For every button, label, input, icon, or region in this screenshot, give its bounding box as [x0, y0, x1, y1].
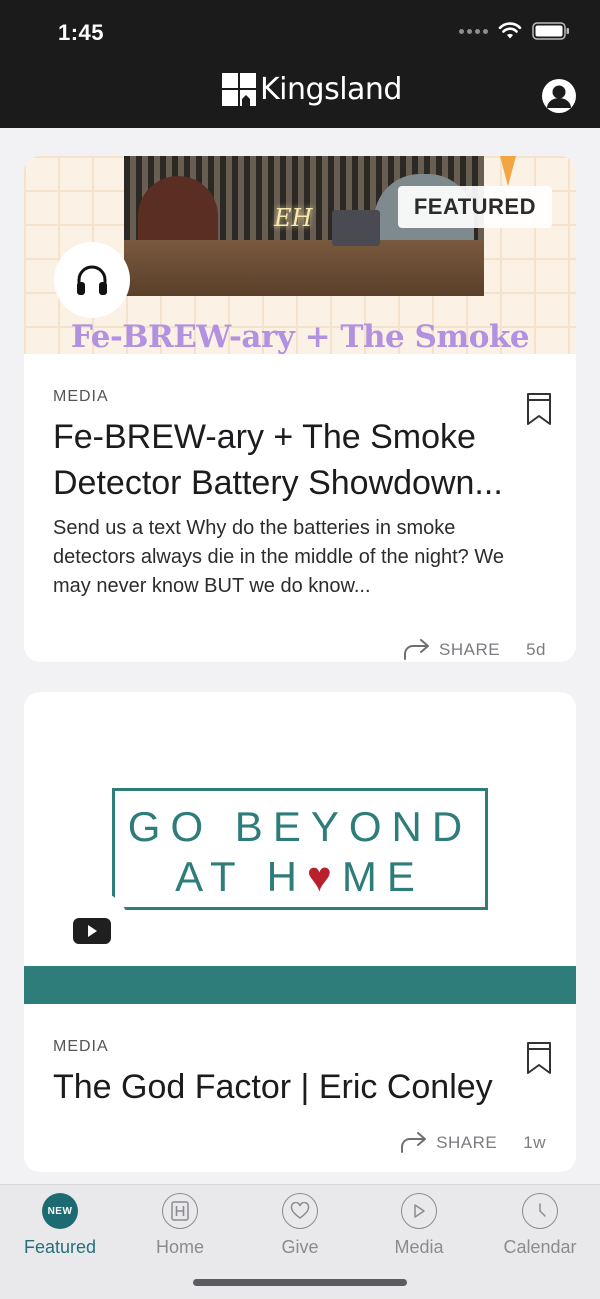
heart-icon: ♥ [306, 853, 342, 900]
share-button[interactable]: SHARE [403, 639, 500, 661]
card-body: MEDIA Fe-BREW-ary + The Smoke Detector B… [53, 388, 553, 601]
card-meta: SHARE 5d [403, 639, 546, 661]
share-label: SHARE [436, 1133, 498, 1152]
feed-card[interactable]: EH FEATURED Fe-BREW-ary + The Smoke MEDI… [24, 156, 576, 662]
profile-button[interactable] [542, 79, 576, 113]
banner-title: Fe-BREW-ary + The Smoke [70, 319, 530, 354]
brand-name: Kingsland [260, 72, 402, 107]
tab-give[interactable]: Give [245, 1193, 355, 1258]
new-badge-icon: NEW [42, 1193, 78, 1229]
share-arrow-icon [401, 1132, 427, 1153]
tab-label: Home [155, 1237, 204, 1257]
tab-label: Give [281, 1237, 319, 1257]
tab-featured[interactable]: NEW Featured [5, 1193, 115, 1258]
heart-icon [282, 1193, 318, 1229]
artwork-stripe [24, 966, 576, 1004]
status-bar: 1:45 [0, 0, 600, 60]
card-body: MEDIA The God Factor | Eric Conley [53, 1038, 553, 1110]
tab-calendar[interactable]: Calendar [485, 1193, 595, 1258]
tab-label: Featured [23, 1237, 97, 1257]
card-category: MEDIA [53, 1038, 109, 1055]
share-arrow-icon [404, 639, 429, 660]
home-h-icon [162, 1193, 198, 1229]
card-meta: SHARE 1w [400, 1132, 546, 1154]
wifi-icon [498, 22, 522, 39]
artwork-line-1: GO BEYOND [127, 803, 473, 850]
play-icon [401, 1193, 437, 1229]
post-age: 5d [526, 640, 546, 659]
clock-icon [522, 1193, 558, 1229]
tab-home[interactable]: Home [125, 1193, 235, 1258]
share-button[interactable]: SHARE [400, 1132, 497, 1154]
go-beyond-artwork: GO BEYOND AT H♥ME [112, 788, 488, 910]
share-label: SHARE [439, 640, 501, 659]
tab-label: Calendar [503, 1237, 577, 1257]
card-title[interactable]: The God Factor | Eric Conley [53, 1064, 553, 1110]
card-excerpt: Send us a text Why do the batteries in s… [53, 517, 504, 597]
decorative-tag [500, 156, 516, 186]
card-thumbnail[interactable]: EH FEATURED Fe-BREW-ary + The Smoke [24, 156, 576, 354]
card-title[interactable]: Fe-BREW-ary + The Smoke Detector Battery… [53, 414, 548, 506]
app-header: Kingsland [0, 60, 600, 128]
post-age: 1w [523, 1133, 546, 1152]
tab-label: Media [394, 1237, 444, 1257]
content-feed[interactable]: EH FEATURED Fe-BREW-ary + The Smoke MEDI… [0, 128, 600, 1184]
card-category: MEDIA [53, 388, 109, 405]
feed-card[interactable]: GO BEYOND AT H♥ME MEDIA The God Factor |… [24, 692, 576, 1172]
profile-icon [547, 85, 571, 108]
headphones-icon [77, 265, 107, 295]
home-indicator[interactable] [193, 1279, 407, 1286]
signal-icon [459, 28, 488, 34]
artwork-line-2: AT H♥ME [175, 853, 425, 900]
battery-icon [532, 22, 569, 40]
status-icons [459, 22, 570, 40]
media-type-badge [54, 242, 130, 318]
tab-media[interactable]: Media [364, 1193, 474, 1258]
featured-badge: FEATURED [397, 186, 552, 228]
kingsland-logo-mark-icon [222, 72, 256, 106]
status-time: 1:45 [58, 20, 105, 45]
card-thumbnail[interactable]: GO BEYOND AT H♥ME [24, 692, 576, 1004]
youtube-play-icon [73, 918, 111, 944]
brand-logo[interactable]: Kingsland [222, 72, 402, 107]
